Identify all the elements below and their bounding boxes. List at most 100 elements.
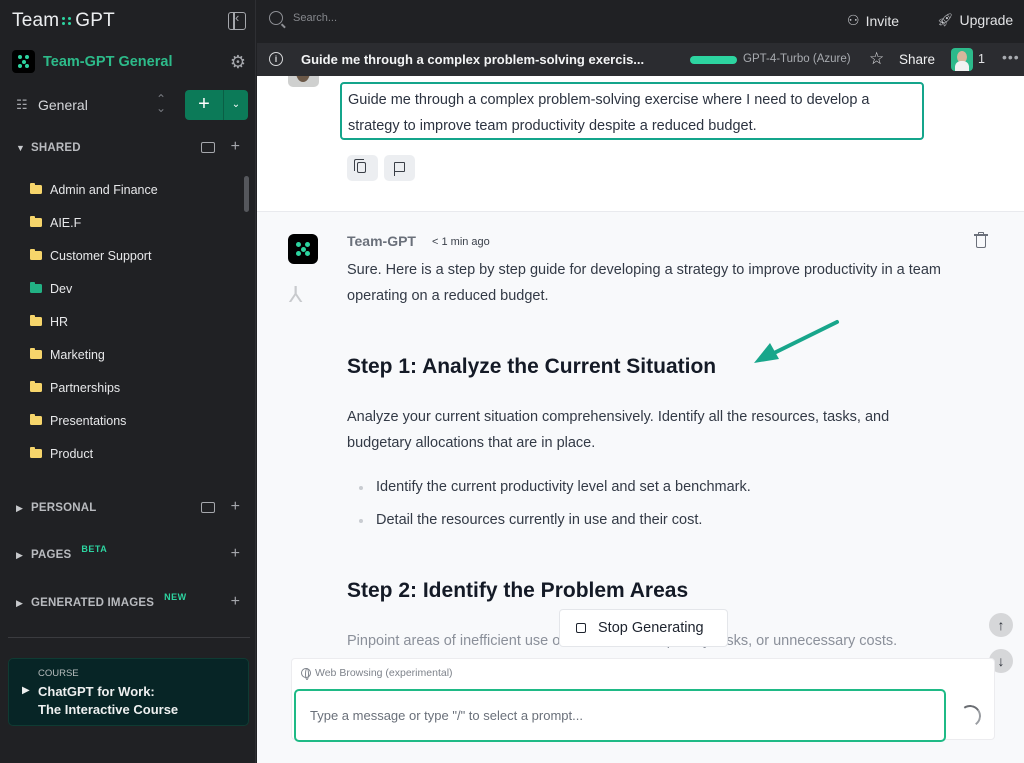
folder-item[interactable]: HR — [30, 305, 240, 338]
plus-icon[interactable]: + — [185, 90, 224, 120]
folder-icon — [30, 447, 42, 458]
project-selector[interactable]: ☷ General ⌃ ⌄ + ⌄ — [16, 90, 248, 120]
section-shared[interactable]: ▼ SHARED + — [16, 138, 248, 158]
folder-item[interactable]: Product — [30, 437, 240, 470]
step1-bullet: Identify the current productivity level … — [359, 479, 751, 495]
participant-count: 1 — [978, 52, 985, 66]
course-label: COURSE — [38, 668, 79, 679]
project-name: General — [38, 97, 88, 113]
beta-badge: BETA — [81, 544, 108, 554]
invite-button[interactable]: ⚇ Invite — [847, 12, 899, 29]
gear-icon[interactable]: ⚙ — [230, 52, 246, 73]
workspace-selector[interactable]: Team-GPT General ⚙ — [12, 50, 248, 73]
info-icon[interactable]: i — [269, 52, 283, 66]
new-chat-button[interactable]: + ⌄ — [185, 90, 248, 120]
loading-spinner-icon — [957, 703, 983, 729]
add-icon[interactable]: + — [231, 545, 240, 563]
more-options-icon[interactable]: ••• — [1002, 49, 1020, 65]
add-icon[interactable]: + — [231, 498, 240, 516]
workspace-logo-icon — [12, 50, 35, 73]
model-selector[interactable]: GPT-4-Turbo (Azure) — [743, 53, 851, 65]
folder-item[interactable]: Customer Support — [30, 239, 240, 272]
step1-bullet: Detail the resources currently in use an… — [358, 512, 703, 528]
app-logo[interactable]: Team GPT — [12, 10, 115, 32]
search-box[interactable]: Search... — [269, 11, 337, 25]
fork-icon[interactable]: ⅄ — [289, 282, 302, 308]
chat-title[interactable]: Guide me through a complex problem-solvi… — [301, 52, 644, 67]
add-icon[interactable]: + — [231, 138, 240, 156]
chevron-up-down-icon[interactable]: ⌃ ⌄ — [156, 93, 166, 114]
folder-label: Customer Support — [50, 248, 152, 263]
scroll-up-button[interactable]: ↑ — [989, 613, 1013, 637]
workspace-name: Team-GPT General — [43, 53, 173, 70]
folder-label: Dev — [50, 281, 73, 296]
new-badge: NEW — [164, 592, 187, 602]
web-browsing-label: Web Browsing (experimental) — [315, 667, 453, 679]
section-personal[interactable]: ▶ PERSONAL + — [16, 498, 248, 518]
folder-item[interactable]: Dev — [30, 272, 240, 305]
sidebar: Team GPT Team-GPT General ⚙ ☷ General ⌃⌄… — [0, 0, 256, 763]
section-title: PAGES — [31, 549, 72, 561]
user-message-text: Guide me through a complex problem-solvi… — [340, 82, 924, 140]
caret-right-icon: ▶ — [16, 597, 23, 608]
folder-label: AIE.F — [50, 215, 82, 230]
stop-generating-button[interactable]: Stop Generating — [559, 609, 728, 647]
folder-icon — [30, 282, 42, 293]
assistant-avatar — [288, 234, 318, 264]
play-icon: ▶ — [22, 685, 30, 696]
folder-icon — [30, 315, 42, 326]
message-timestamp: < 1 min ago — [432, 236, 490, 248]
folder-label: Presentations — [50, 413, 127, 428]
stop-icon — [576, 623, 586, 633]
new-folder-icon[interactable] — [200, 142, 215, 153]
upgrade-label: Upgrade — [959, 12, 1014, 28]
add-icon[interactable]: + — [231, 593, 240, 611]
message-input[interactable] — [294, 689, 946, 742]
section-pages[interactable]: ▶ PAGES BETA + — [16, 544, 248, 565]
folder-item[interactable]: Presentations — [30, 404, 240, 437]
folder-item[interactable]: Admin and Finance — [30, 173, 240, 206]
chevron-down-icon[interactable]: ⌄ — [224, 90, 248, 120]
share-button[interactable]: Share — [899, 52, 935, 67]
folder-item[interactable]: Partnerships — [30, 371, 240, 404]
folder-label: Marketing — [50, 347, 105, 362]
comment-icon — [393, 162, 405, 176]
course-card[interactable]: ▶ COURSE ChatGPT for Work: The Interacti… — [8, 658, 249, 726]
sidebar-scrollbar[interactable] — [244, 176, 249, 212]
caret-down-icon: ▼ — [16, 143, 25, 153]
trash-icon[interactable] — [974, 232, 988, 249]
top-bar: Search... ⚇ Invite 🚀︎ Upgrade — [257, 0, 1024, 43]
folder-label: HR — [50, 314, 69, 329]
sidebar-divider — [8, 637, 250, 638]
folder-item[interactable]: Marketing — [30, 338, 240, 371]
comment-button[interactable] — [384, 155, 415, 181]
annotation-arrow-icon — [754, 320, 839, 363]
collapse-sidebar-icon[interactable] — [228, 10, 246, 30]
web-browsing-toggle[interactable]: Web Browsing (experimental) — [301, 667, 453, 680]
folder-icon — [30, 414, 42, 425]
folder-item[interactable]: AIE.F — [30, 206, 240, 239]
course-title-line1: ChatGPT for Work: — [38, 684, 155, 699]
copy-button[interactable] — [347, 155, 378, 181]
message-composer: Web Browsing (experimental) — [291, 658, 995, 742]
section-title: PERSONAL — [31, 502, 97, 514]
section-title: SHARED — [31, 142, 81, 154]
upgrade-button[interactable]: 🚀︎ Upgrade — [937, 12, 1013, 28]
chat-area: Guide me through a complex problem-solvi… — [257, 76, 1024, 763]
participant-avatar[interactable] — [951, 48, 973, 71]
folder-icon — [30, 183, 42, 194]
assistant-name: Team-GPT — [347, 233, 416, 249]
section-generated-images[interactable]: ▶ GENERATED IMAGES NEW + — [16, 592, 248, 613]
copy-icon — [354, 159, 366, 173]
folder-icon — [30, 381, 42, 392]
star-icon[interactable]: ☆ — [869, 49, 884, 69]
folder-label: Partnerships — [50, 380, 121, 395]
globe-icon — [301, 668, 311, 680]
new-folder-icon[interactable] — [200, 502, 215, 513]
folder-icon — [30, 249, 42, 260]
folder-label: Product — [50, 446, 94, 461]
user-avatar — [288, 76, 319, 87]
invite-label: Invite — [865, 12, 900, 29]
add-user-icon: ⚇ — [847, 12, 860, 28]
caret-right-icon: ▶ — [16, 502, 23, 513]
